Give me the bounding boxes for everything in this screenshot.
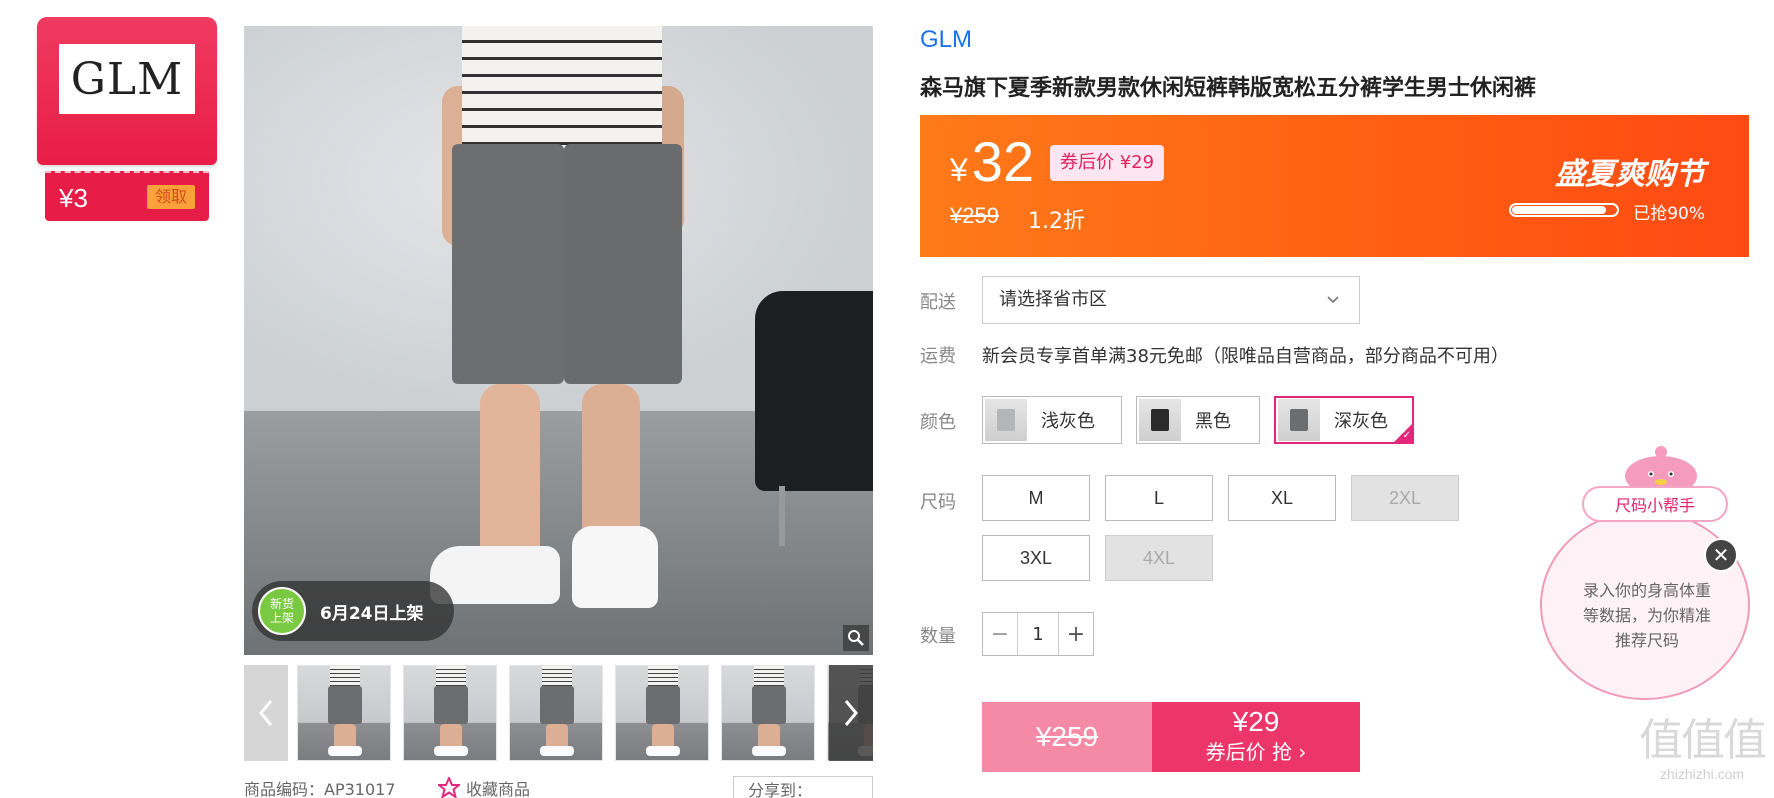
thumbnail-image[interactable]: [403, 665, 497, 761]
image-shorts-left: [452, 144, 564, 384]
thumbnail-prev-button[interactable]: [244, 665, 288, 761]
coupon-amount: ¥3: [59, 183, 88, 213]
watermark-url: zhizhizhi.com: [1659, 766, 1745, 782]
watermark-logo: 值值值: [1639, 715, 1767, 766]
check-icon: ✓: [1402, 430, 1411, 441]
new-arrival-date: 6月24日上架: [320, 603, 424, 624]
buy-action-label: 券后价 抢 ›: [1205, 740, 1307, 764]
thumbnail-image[interactable]: [721, 665, 815, 761]
thumbnail-next-button[interactable]: [829, 665, 873, 761]
size-option[interactable]: L: [1105, 475, 1213, 521]
share-dropdown[interactable]: 分享到：: [733, 776, 873, 798]
image-shorts-right: [564, 144, 682, 384]
brand-logo: GLM: [59, 44, 195, 114]
size-option: 4XL: [1105, 535, 1213, 581]
size-helper-text: 录入你的身高体重等数据，为你精准推荐尺码: [1582, 581, 1711, 650]
image-chair: [755, 291, 873, 491]
new-arrival-circle: 新货上架: [258, 587, 306, 635]
product-code: 商品编码：AP31017: [244, 780, 396, 798]
size-option: 2XL: [1351, 475, 1459, 521]
coupon-card-top: GLM: [37, 17, 217, 165]
thumbnail-strip: [244, 665, 873, 761]
brand-logo-text: GLM: [70, 53, 184, 105]
favorite-button[interactable]: 收藏商品: [438, 776, 530, 798]
color-swatch-image: [985, 399, 1027, 441]
thumbnail-image[interactable]: [615, 665, 709, 761]
sold-progress-bar: [1509, 203, 1619, 217]
shipping-fee-text: 新会员专享首单满38元免邮（限唯品自营商品，部分商品不可用）: [982, 346, 1509, 367]
color-option-label: 黑色: [1195, 411, 1231, 432]
size-option[interactable]: XL: [1228, 475, 1336, 521]
image-chair-leg: [779, 486, 785, 546]
new-arrival-badge: 新货上架 6月24日上架: [252, 581, 454, 641]
color-option[interactable]: 浅灰色: [982, 396, 1122, 444]
discount-label: 1.2折: [1028, 209, 1085, 234]
thumbnail-image[interactable]: [297, 665, 391, 761]
current-price: ¥ 32: [950, 129, 1034, 194]
region-select-placeholder: 请选择省市区: [999, 289, 1107, 310]
product-title: 森马旗下夏季新款男款休闲短裤韩版宽松五分裤学生男士休闲裤: [920, 76, 1537, 101]
color-swatch-image: [1278, 399, 1320, 441]
claim-coupon-button[interactable]: 领取: [146, 185, 195, 209]
buy-coupon-action[interactable]: ¥29 券后价 抢 ›: [1152, 702, 1360, 772]
buy-coupon-price: ¥29: [1232, 706, 1280, 737]
shipping-fee-label: 运费: [920, 346, 956, 367]
quantity-input[interactable]: 1: [1017, 613, 1059, 655]
size-helper-title[interactable]: 尺码小帮手: [1582, 486, 1728, 522]
promo-title: 盛夏爽购节: [1555, 157, 1705, 192]
price-value: 32: [971, 130, 1035, 193]
sold-progress-fill: [1512, 206, 1606, 214]
image-shoe-right: [572, 526, 658, 608]
main-product-image[interactable]: 新货上架 6月24日上架: [244, 26, 873, 655]
sold-progress-label: 已抢90%: [1633, 204, 1705, 224]
buy-button[interactable]: ¥259 ¥29 券后价 抢 ›: [982, 702, 1360, 772]
buy-original-price: ¥259: [982, 702, 1152, 772]
color-option-label: 深灰色: [1334, 411, 1388, 432]
coupon-price-tag: 券后价 ¥29: [1050, 145, 1165, 181]
image-model-shirt: [462, 26, 662, 150]
close-icon[interactable]: ✕: [1704, 538, 1738, 572]
color-label: 颜色: [920, 412, 956, 433]
price-band: ¥ 32 券后价 ¥29 ¥259 1.2折 盛夏爽购节 已抢90%: [920, 115, 1749, 257]
quantity-increase-button[interactable]: +: [1059, 613, 1093, 655]
watermark: 值值值 zhizhizhi.com: [1630, 715, 1774, 783]
size-label: 尺码: [920, 492, 956, 513]
chevron-down-icon: [1327, 296, 1339, 304]
thumbnail-image[interactable]: [509, 665, 603, 761]
size-option[interactable]: M: [982, 475, 1090, 521]
color-option[interactable]: 深灰色 ✓: [1274, 396, 1414, 444]
size-option[interactable]: 3XL: [982, 535, 1090, 581]
shipping-label: 配送: [920, 292, 956, 313]
price-symbol: ¥: [950, 152, 968, 188]
brand-link[interactable]: GLM: [920, 26, 972, 54]
region-select[interactable]: 请选择省市区: [982, 276, 1360, 324]
quantity-label: 数量: [920, 626, 956, 647]
favorite-label: 收藏商品: [466, 780, 531, 798]
color-option[interactable]: 黑色: [1136, 396, 1260, 444]
color-option-label: 浅灰色: [1041, 411, 1095, 432]
star-icon: [438, 777, 460, 798]
product-meta-row: 商品编码：AP31017 收藏商品 分享到：: [244, 776, 873, 798]
quantity-decrease-button[interactable]: −: [983, 613, 1017, 655]
zoom-icon[interactable]: [843, 625, 869, 651]
color-swatch-image: [1139, 399, 1181, 441]
coupon-card-bottom: ¥3 领取: [45, 171, 209, 221]
original-price: ¥259: [950, 203, 999, 228]
quantity-stepper: − 1 +: [982, 612, 1094, 656]
coupon-card[interactable]: GLM ¥3 领取: [37, 17, 217, 222]
